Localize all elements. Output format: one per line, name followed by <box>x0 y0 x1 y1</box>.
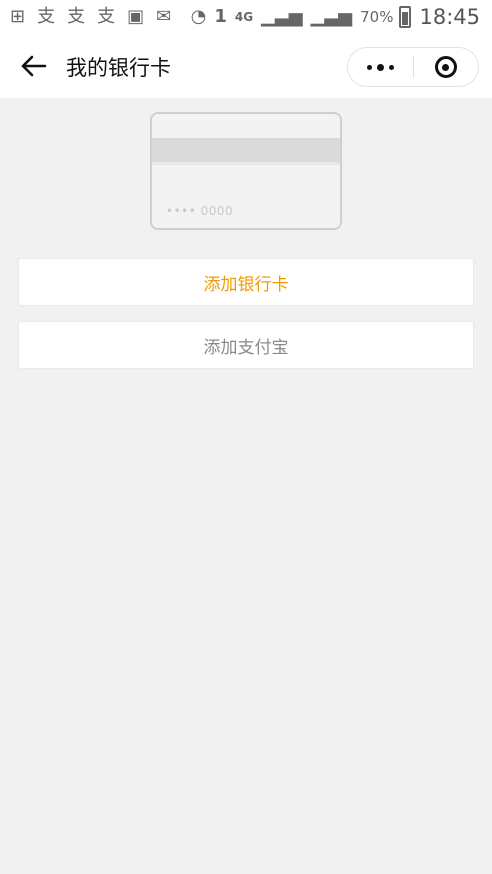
image-icon: ▣ <box>127 6 145 27</box>
signal-strength-icon: ▁▃▅ <box>310 6 353 27</box>
mini-program-capsule <box>347 47 479 87</box>
battery-percent: 70% <box>360 7 394 26</box>
more-dots-icon <box>366 63 394 71</box>
arrow-left-icon <box>21 55 47 77</box>
page-title: 我的银行卡 <box>66 56 171 80</box>
alipay-notification-icon: 支 <box>97 6 116 27</box>
mail-icon: ✉ <box>156 6 172 27</box>
add-bank-card-button[interactable]: 添加银行卡 <box>18 258 474 306</box>
navigation-bar: 我的银行卡 <box>0 34 492 98</box>
signal-strength-icon: ▁▃▅ <box>261 6 303 27</box>
system-status: ◔ 1 4G ▁▃▅ ▁▃▅ 70% 18:45 <box>191 0 480 34</box>
bank-card-placeholder: •••• 0000 <box>150 112 342 230</box>
notification-icons: ⊞ 支 支 支 ▣ ✉ <box>10 8 171 26</box>
wifi-icon: ◔ <box>190 6 207 27</box>
target-icon <box>434 56 457 78</box>
battery-icon <box>399 6 412 28</box>
clock-time: 18:45 <box>419 5 480 29</box>
sim-slot-icon: 1 <box>214 6 227 27</box>
card-magnetic-stripe <box>152 138 340 165</box>
plus-tag-icon: ⊞ <box>10 6 26 27</box>
alipay-notification-icon: 支 <box>67 6 86 27</box>
network-type-label: 4G <box>234 10 254 24</box>
card-number-mask: •••• 0000 <box>166 204 234 218</box>
more-button[interactable] <box>348 48 413 86</box>
close-mini-program-button[interactable] <box>414 48 479 86</box>
alipay-notification-icon: 支 <box>37 6 56 27</box>
back-button[interactable] <box>20 52 48 80</box>
add-alipay-button[interactable]: 添加支付宝 <box>18 321 474 369</box>
status-bar: ⊞ 支 支 支 ▣ ✉ ◔ 1 4G ▁▃▅ ▁▃▅ 70% 18:45 <box>0 0 492 34</box>
battery-status: 70% <box>360 6 412 28</box>
